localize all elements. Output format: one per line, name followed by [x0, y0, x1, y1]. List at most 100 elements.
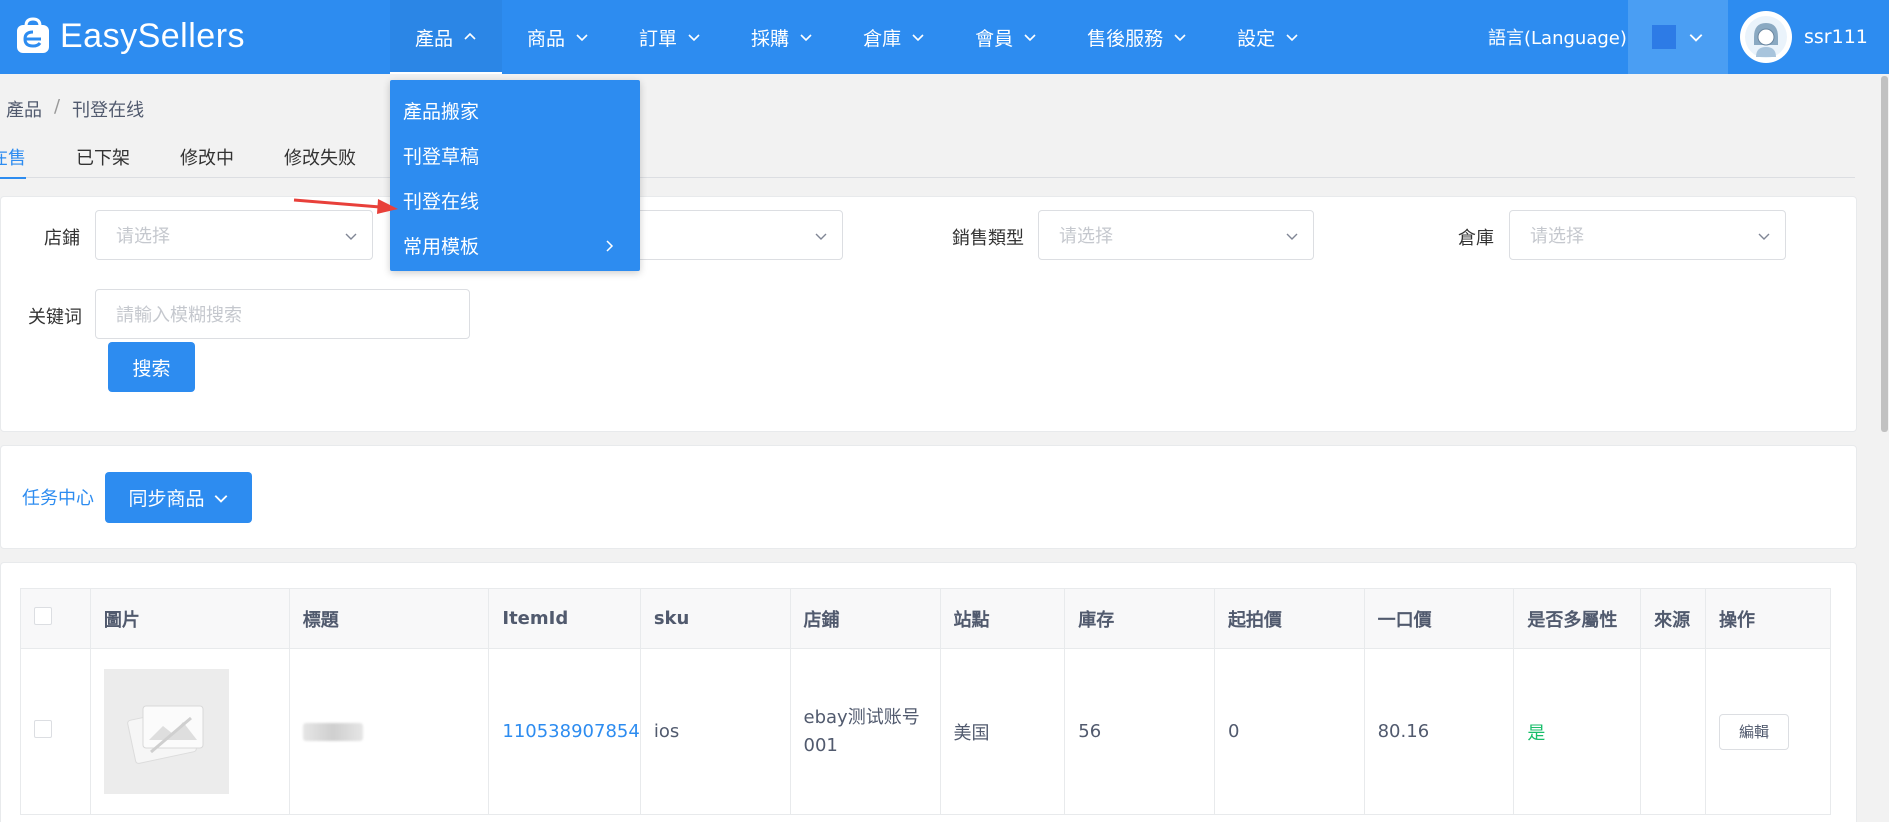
- logo[interactable]: EasySellers: [14, 14, 245, 58]
- annotation-arrow: [293, 198, 398, 214]
- item-id-link[interactable]: 110538907854: [502, 721, 639, 742]
- column-header: 圖片: [89, 588, 290, 649]
- logo-text: EasySellers: [60, 16, 246, 55]
- column-header: sku: [639, 588, 791, 649]
- nav-item-label: 採購: [751, 27, 790, 50]
- chevron-up-icon: [464, 32, 476, 40]
- store-select[interactable]: 请选择: [95, 210, 373, 260]
- image-placeholder-icon: [127, 705, 204, 764]
- chevron-down-icon: [1689, 34, 1703, 42]
- actions-cell: 編輯: [1705, 648, 1831, 815]
- main-nav: 產品 商品 訂單 採購 倉庫 會員 售後服務 設定: [390, 0, 1324, 74]
- stock-cell: 56: [1064, 648, 1215, 815]
- task-center-link[interactable]: 任务中心: [22, 484, 94, 510]
- nav-item-products[interactable]: 產品: [390, 0, 503, 74]
- column-header: 起拍價: [1213, 588, 1365, 649]
- start-price-cell: 0: [1213, 648, 1365, 815]
- sku-cell: ios: [639, 648, 791, 815]
- theme-color-picker[interactable]: [1628, 0, 1728, 74]
- chevron-down-icon: [1758, 233, 1770, 240]
- store-name: ebay测试账号001: [803, 706, 920, 756]
- dropdown-item-label: 刊登草稿: [403, 146, 480, 168]
- product-thumbnail[interactable]: [103, 669, 229, 794]
- dropdown-item-label: 產品搬家: [403, 101, 480, 123]
- status-tabs: 在售 已下架 修改中 修改失败: [0, 136, 1855, 179]
- user-avatar-icon: [1745, 16, 1787, 58]
- chevron-down-icon: [345, 233, 357, 240]
- nav-item-label: 產品: [415, 27, 454, 50]
- buy-now-price-cell: 80.16: [1363, 648, 1515, 815]
- warehouse-select[interactable]: 请选择: [1509, 210, 1786, 260]
- theme-color-swatch: [1652, 25, 1676, 49]
- page-scrollbar-thumb[interactable]: [1881, 76, 1888, 432]
- multi-attr-value: 是: [1527, 722, 1546, 744]
- breadcrumb-root[interactable]: 產品: [6, 96, 42, 122]
- image-cell: [89, 648, 290, 815]
- search-button[interactable]: 搜索: [108, 342, 195, 392]
- column-header: 操作: [1705, 588, 1831, 649]
- tab-on-sale[interactable]: 在售: [0, 136, 26, 179]
- top-navbar: EasySellers 產品 商品 訂單 採購 倉庫 會員 售後服務 設定 語言…: [0, 0, 1889, 74]
- chevron-down-icon: [688, 34, 700, 42]
- store-cell: ebay测试账号001: [789, 648, 941, 815]
- dropdown-item-label: 刊登在线: [403, 191, 480, 213]
- blurred-title: [302, 722, 363, 741]
- chevron-down-icon: [1286, 233, 1298, 240]
- task-toolbar: [0, 445, 1857, 549]
- row-checkbox[interactable]: [34, 720, 52, 738]
- select-all-checkbox[interactable]: [34, 607, 52, 625]
- products-dropdown-menu: 產品搬家 刊登草稿 刊登在线 常用模板: [390, 80, 640, 271]
- column-header: 一口價: [1363, 588, 1515, 649]
- nav-item-after-sales[interactable]: 售後服務: [1062, 0, 1212, 74]
- dropdown-item-online-listings[interactable]: 刊登在线: [390, 178, 640, 223]
- store-select-placeholder: 请选择: [116, 226, 170, 247]
- column-header: 是否多屬性: [1513, 588, 1642, 649]
- nav-item-goods[interactable]: 商品: [502, 0, 614, 74]
- keyword-input[interactable]: 請輸入模糊搜索: [95, 289, 470, 339]
- breadcrumb-separator: /: [54, 96, 61, 117]
- avatar: [1740, 11, 1792, 63]
- nav-item-label: 售後服務: [1087, 27, 1164, 50]
- nav-item-orders[interactable]: 訂單: [614, 0, 726, 74]
- table-row: 110538907854 ios ebay测试账号001 美国 56 0 80.…: [20, 648, 1831, 815]
- edit-button[interactable]: 編輯: [1719, 713, 1790, 750]
- chevron-down-icon: [576, 34, 588, 42]
- breadcrumb: 產品 / 刊登在线: [6, 96, 144, 122]
- column-header: 站點: [939, 588, 1066, 649]
- warehouse-placeholder: 请选择: [1530, 226, 1584, 247]
- column-header: 庫存: [1064, 588, 1215, 649]
- nav-item-label: 會員: [975, 27, 1014, 50]
- column-header: 標題: [288, 588, 490, 649]
- column-header: 來源: [1640, 588, 1707, 649]
- table-header-row: 圖片 標題 ItemId sku 店鋪 站點 庫存 起拍價 一口價 是否多屬性 …: [20, 588, 1831, 649]
- chevron-down-icon: [214, 494, 227, 503]
- multi-attr-cell: 是: [1513, 648, 1642, 815]
- sync-products-button[interactable]: 同步商品: [105, 472, 252, 523]
- nav-item-members[interactable]: 會員: [950, 0, 1062, 74]
- chevron-right-icon: [606, 240, 614, 252]
- dropdown-item-common-templates[interactable]: 常用模板: [390, 223, 640, 268]
- chevron-down-icon: [912, 34, 924, 42]
- row-select-cell: [20, 648, 91, 815]
- nav-item-purchasing[interactable]: 採購: [726, 0, 838, 74]
- username: ssr111: [1804, 26, 1868, 48]
- tab-modifying[interactable]: 修改中: [180, 136, 234, 178]
- column-header: ItemId: [488, 588, 641, 649]
- dropdown-item-product-migration[interactable]: 產品搬家: [390, 88, 640, 133]
- nav-item-warehouse[interactable]: 倉庫: [838, 0, 950, 74]
- user-menu[interactable]: ssr111: [1740, 0, 1868, 74]
- source-cell: [1640, 648, 1707, 815]
- warehouse-label: 倉庫: [1458, 228, 1494, 249]
- tab-modify-failed[interactable]: 修改失败: [284, 136, 356, 178]
- tab-delisted[interactable]: 已下架: [76, 136, 130, 178]
- chevron-down-icon: [1024, 34, 1036, 42]
- select-all-header: [20, 588, 91, 649]
- keyword-placeholder: 請輸入模糊搜索: [116, 305, 242, 326]
- nav-item-label: 設定: [1237, 27, 1276, 50]
- nav-item-settings[interactable]: 設定: [1212, 0, 1324, 74]
- sale-type-select[interactable]: 请选择: [1038, 210, 1314, 260]
- dropdown-item-listing-drafts[interactable]: 刊登草稿: [390, 133, 640, 178]
- language-switch[interactable]: 語言(Language): [1488, 0, 1627, 74]
- sync-products-label: 同步商品: [128, 488, 205, 510]
- nav-item-label: 倉庫: [863, 27, 902, 50]
